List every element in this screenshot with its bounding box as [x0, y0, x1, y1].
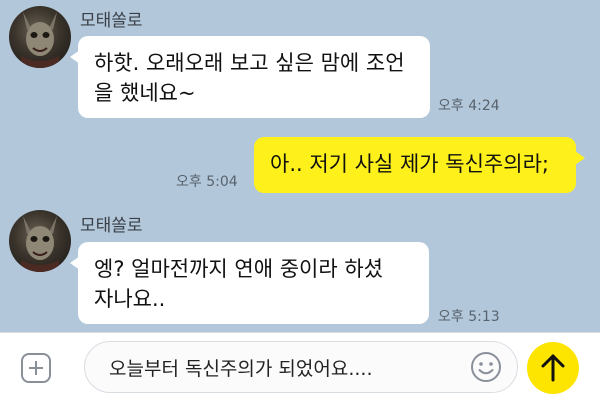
message-time: 오후 4:24	[438, 98, 500, 114]
sender-name: 모태쏠로	[80, 216, 143, 236]
skull-mask-icon	[21, 12, 59, 68]
send-button[interactable]	[527, 342, 579, 394]
incoming-message-bubble[interactable]: 엥? 얼마전까지 연애 중이라 하셨 자나요..	[70, 242, 429, 324]
plus-icon[interactable]	[21, 353, 51, 383]
sender-name: 모태쏠로	[80, 11, 143, 31]
sender-avatar[interactable]	[9, 210, 71, 272]
message-time: 오후 5:04	[176, 174, 238, 190]
chat-area[interactable]: 모태쏠로 하핫. 오래오래 보고 싶은 맘에 조언 을 했네요~ 오후 4:24…	[0, 0, 600, 332]
message-line: 을 했네요~	[94, 81, 196, 105]
sender-avatar[interactable]	[9, 6, 71, 68]
message-line: 하핫. 오래오래 보고 싶은 맘에 조언	[94, 51, 405, 75]
message-input[interactable]: 오늘부터 독신주의가 되었어요....	[84, 341, 518, 393]
message-input-text: 오늘부터 독신주의가 되었어요....	[109, 358, 373, 380]
message-line: 엥? 얼마전까지 연애 중이라 하셨	[94, 257, 384, 281]
message-line: 아.. 저기 사실 제가 독신주의라;	[270, 152, 549, 176]
message-line: 자나요..	[94, 287, 166, 311]
incoming-message-bubble[interactable]: 하핫. 오래오래 보고 싶은 맘에 조언 을 했네요~	[70, 36, 430, 118]
message-input-bar: 오늘부터 독신주의가 되었어요....	[0, 332, 600, 401]
outgoing-message-bubble[interactable]: 아.. 저기 사실 제가 독신주의라;	[254, 137, 585, 193]
skull-mask-icon	[21, 216, 59, 272]
message-time: 오후 5:13	[438, 309, 500, 325]
send-arrow-up-icon	[541, 354, 565, 382]
emoji-icon[interactable]	[470, 351, 502, 383]
